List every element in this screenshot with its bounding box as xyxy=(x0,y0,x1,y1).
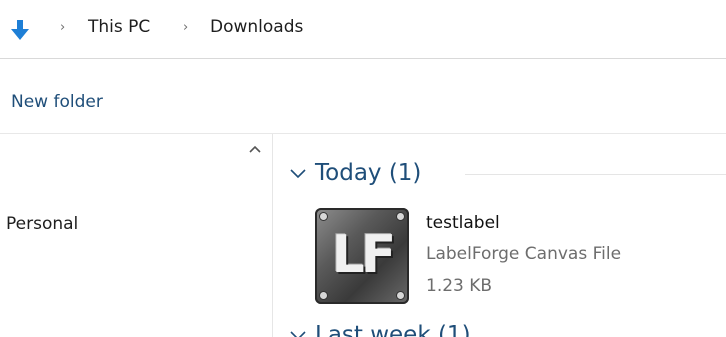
file-item[interactable]: LF testlabel LabelForge Canvas File 1.23… xyxy=(315,206,695,306)
group-header-today[interactable]: Today (1) xyxy=(289,158,421,188)
breadcrumb-downloads[interactable]: Downloads xyxy=(210,17,303,37)
new-folder-button[interactable]: New folder xyxy=(11,92,103,112)
file-name: testlabel xyxy=(426,213,500,233)
group-title: Today (1) xyxy=(315,160,422,186)
file-type: LabelForge Canvas File xyxy=(426,244,622,264)
chevron-down-icon[interactable] xyxy=(289,167,307,179)
breadcrumb-separator: › xyxy=(60,20,66,35)
breadcrumb-separator: › xyxy=(183,20,189,35)
group-header-last-week[interactable]: Last week (1) xyxy=(289,320,471,337)
file-list: Today (1) LF testlabel LabelForge Canvas… xyxy=(273,134,726,337)
navigation-pane: Personal xyxy=(0,134,272,337)
file-size: 1.23 KB xyxy=(426,276,493,296)
address-bar[interactable]: › This PC › Downloads xyxy=(0,0,726,59)
group-divider xyxy=(465,174,726,175)
nav-item-personal[interactable]: Personal xyxy=(6,214,78,234)
file-icon-logo: LF xyxy=(331,225,397,285)
labelforge-file-icon: LF xyxy=(315,208,409,304)
file-explorer-window: › This PC › Downloads New folder Persona… xyxy=(0,0,726,337)
group-title: Last week (1) xyxy=(315,322,471,337)
scroll-up-icon[interactable] xyxy=(248,142,262,156)
download-arrow-icon xyxy=(11,20,29,40)
command-toolbar: New folder xyxy=(0,59,726,134)
chevron-down-icon[interactable] xyxy=(289,329,307,337)
breadcrumb-this-pc[interactable]: This PC xyxy=(88,17,150,37)
